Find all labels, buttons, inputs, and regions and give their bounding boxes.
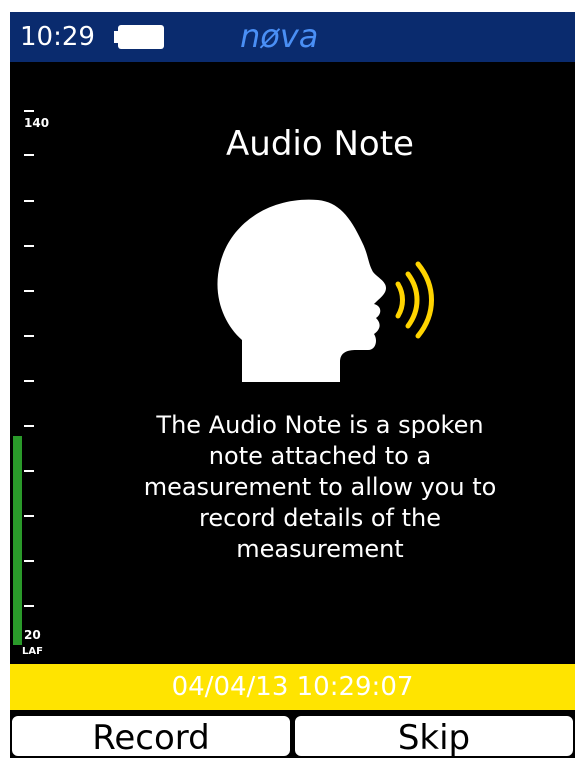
meter-tick bbox=[24, 605, 34, 607]
timestamp-bar: 04/04/13 10:29:07 bbox=[10, 664, 575, 710]
description-text: The Audio Note is a spoken note attached… bbox=[143, 411, 497, 563]
brand-logo: nøva bbox=[240, 17, 319, 55]
meter-tick bbox=[24, 335, 34, 337]
status-bar: 10:29 nøva bbox=[10, 12, 575, 62]
meter-tick bbox=[24, 200, 34, 202]
meter-tick bbox=[24, 560, 34, 562]
meter-tick bbox=[24, 425, 34, 427]
skip-button[interactable]: Skip bbox=[293, 714, 575, 758]
clock: 10:29 bbox=[20, 22, 95, 52]
meter-tick bbox=[24, 380, 34, 382]
meter-tick bbox=[24, 245, 34, 247]
meter-tick bbox=[24, 470, 34, 472]
meter-tick bbox=[24, 110, 34, 112]
battery-icon bbox=[118, 25, 164, 49]
speaking-head-icon bbox=[217, 199, 434, 382]
meter-level-bar bbox=[13, 436, 22, 645]
meter-unit-label: LAF bbox=[22, 646, 43, 657]
meter-tick bbox=[24, 515, 34, 517]
timestamp: 04/04/13 10:29:07 bbox=[171, 672, 414, 702]
meter-max-label: 140 bbox=[24, 116, 50, 130]
page-title: Audio Note bbox=[226, 124, 414, 164]
meter-tick bbox=[24, 154, 34, 156]
level-meter: 140 20 LAF bbox=[10, 102, 70, 672]
record-button[interactable]: Record bbox=[10, 714, 292, 758]
meter-min-label: 20 bbox=[24, 628, 41, 642]
meter-tick bbox=[24, 290, 34, 292]
device-screen: 10:29 nøva 140 20 LAF Audio Note The Aud… bbox=[10, 12, 575, 758]
